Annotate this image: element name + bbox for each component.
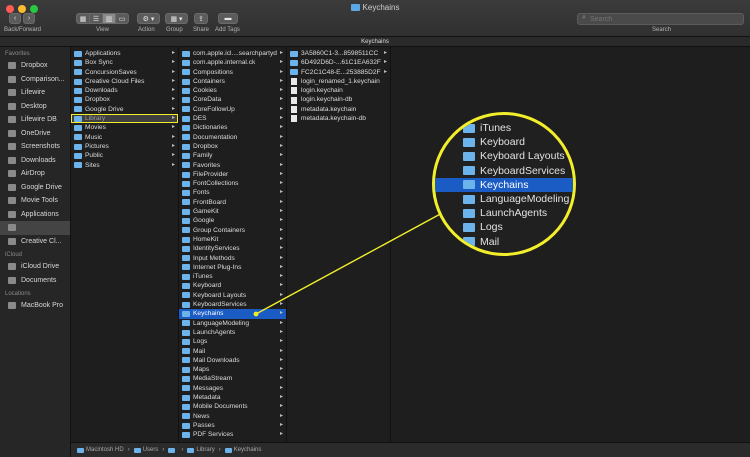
magnifier-callout: iTunes Keyboard Keyboard Layouts KeyboardSe… (432, 112, 576, 256)
magnifier-list: iTunes Keyboard Keyboard Layouts KeyboardSe… (435, 121, 573, 249)
magnifier-row-label: KeyboardServices (480, 164, 566, 177)
folder-icon (463, 123, 475, 133)
magnifier-row: Keychains (435, 177, 573, 192)
magnifier-row: Logs (435, 220, 573, 234)
callout-dot (253, 311, 259, 317)
magnifier-row-label: LanguageModeling (480, 192, 570, 205)
magnifier-row-label: Keyboard (480, 136, 525, 149)
magnifier-row: LanguageModeling (435, 192, 573, 206)
folder-icon (463, 237, 475, 247)
magnifier-row-label: Keyboard Layouts (480, 150, 565, 163)
magnifier-row-label: Mail (480, 235, 500, 248)
callout-line (253, 211, 445, 317)
magnifier-row-label: LaunchAgents (480, 207, 548, 220)
magnifier-row: LaunchAgents (435, 206, 573, 220)
folder-icon (463, 194, 475, 204)
callout-connector (255, 211, 445, 315)
magnifier-row: Keyboard Layouts (435, 149, 573, 163)
magnifier-row-label: Logs (480, 221, 503, 234)
folder-icon (463, 166, 475, 176)
magnifier-row: KeyboardServices (435, 164, 573, 178)
magnifier-row-label: Keychains (480, 178, 529, 191)
folder-icon (463, 137, 475, 147)
finder-window: Keychains ‹ › Back/Forward ▦ ☰ ▥ ▭ View … (0, 0, 750, 457)
magnifier-row-label: iTunes (480, 122, 512, 134)
folder-icon (463, 151, 475, 161)
folder-icon (463, 180, 475, 190)
folder-icon (463, 222, 475, 232)
magnifier-row: Keyboard (435, 135, 573, 149)
folder-icon (463, 208, 475, 218)
